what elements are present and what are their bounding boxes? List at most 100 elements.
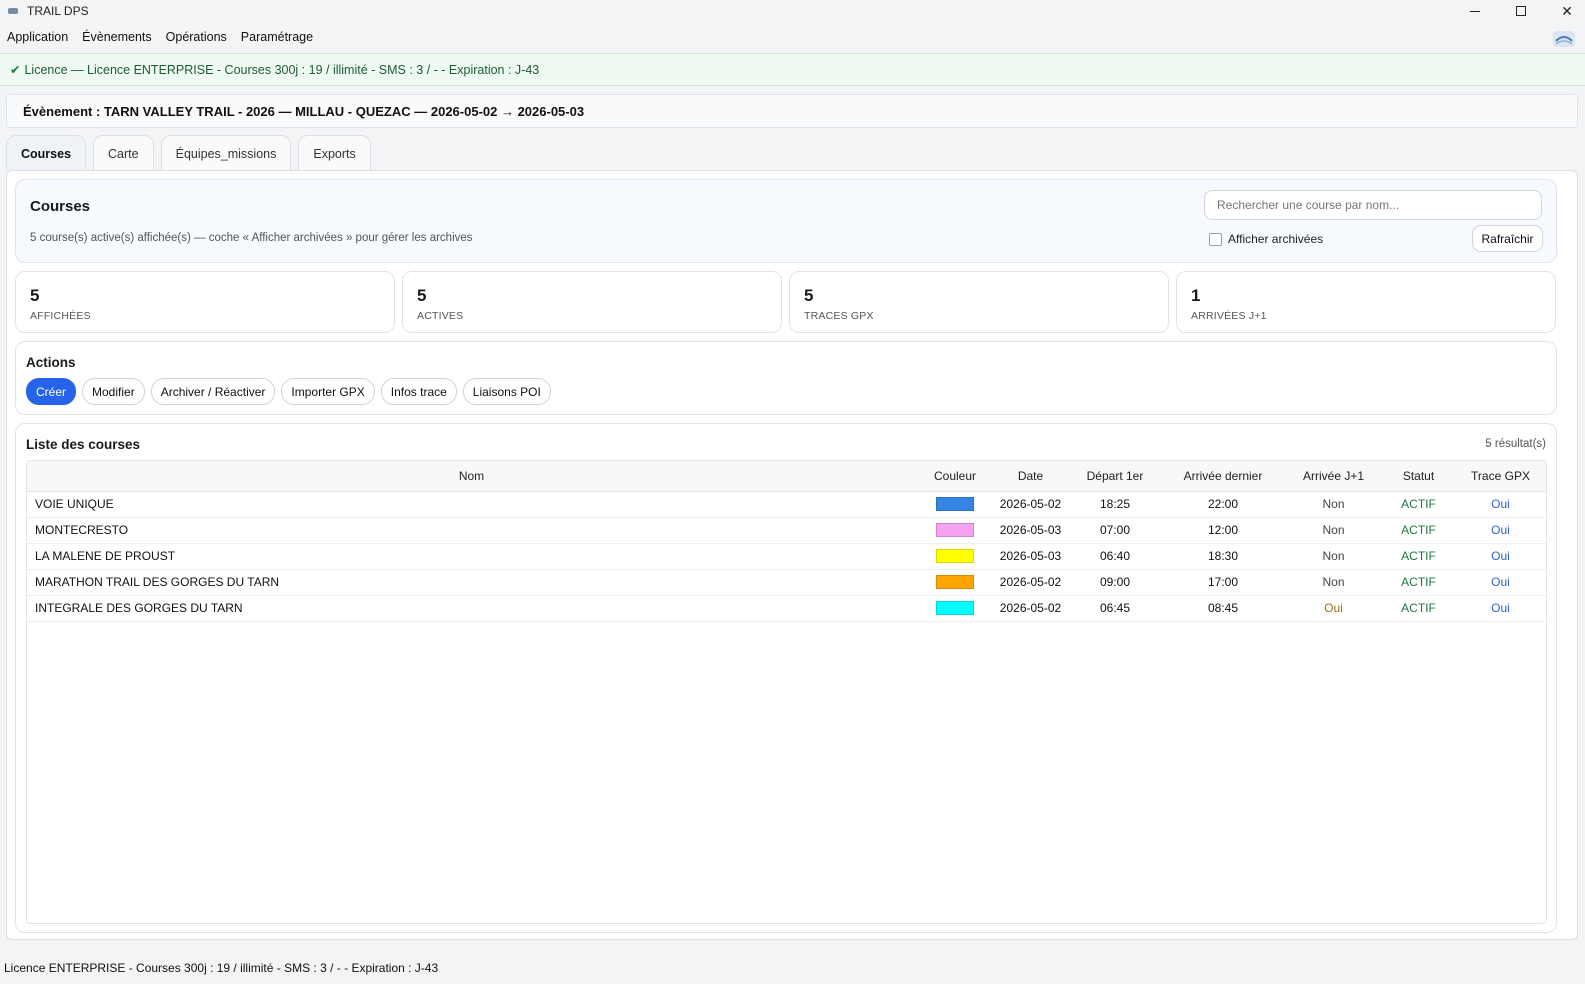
menu-bar: Application Évènements Opérations Paramé… <box>0 26 1585 48</box>
cell-date: 2026-05-02 <box>999 575 1062 589</box>
cell-trace-gpx: Oui <box>1491 523 1510 537</box>
status-bar: Licence ENTERPRISE - Courses 300j : 19 /… <box>4 961 439 975</box>
cell-couleur <box>916 517 994 543</box>
refresh-button[interactable]: Rafraîchir <box>1472 225 1543 252</box>
stat-label: ACTIVES <box>417 310 464 322</box>
tab-carte[interactable]: Carte <box>93 135 154 171</box>
cell-arrivee: 17:00 <box>1207 575 1239 589</box>
license-text: Licence — Licence ENTERPRISE - Courses 3… <box>24 62 540 77</box>
menu-operations[interactable]: Opérations <box>166 30 227 44</box>
menu-parametrage[interactable]: Paramétrage <box>241 30 313 44</box>
col-trace-gpx[interactable]: Trace GPX <box>1453 461 1546 492</box>
col-nom[interactable]: Nom <box>27 461 916 492</box>
col-arrivee-j1[interactable]: Arrivée J+1 <box>1283 461 1384 492</box>
cell-couleur <box>916 595 994 621</box>
actions-row: Créer Modifier Archiver / Réactiver Impo… <box>26 378 557 405</box>
cell-nom: VOIE UNIQUE <box>35 497 114 511</box>
cell-statut: ACTIF <box>1401 549 1436 563</box>
stat-label: TRACES GPX <box>804 310 874 322</box>
cell-trace-gpx: Oui <box>1491 575 1510 589</box>
cell-arrivee-j1: Oui <box>1324 601 1343 615</box>
stat-traces-gpx: 5 TRACES GPX <box>789 271 1169 333</box>
cell-date: 2026-05-02 <box>999 497 1062 511</box>
stat-affichees: 5 AFFICHÉES <box>15 271 395 333</box>
color-swatch <box>936 549 974 564</box>
color-swatch <box>936 601 974 616</box>
search-input[interactable] <box>1204 190 1542 220</box>
cell-nom: LA MALENE DE PROUST <box>35 549 176 563</box>
cell-couleur <box>916 569 994 595</box>
cell-arrivee: 12:00 <box>1207 523 1239 537</box>
col-arrivee[interactable]: Arrivée dernier <box>1163 461 1283 492</box>
cell-date: 2026-05-02 <box>999 601 1062 615</box>
courses-panel: Courses 5 course(s) active(s) affichée(s… <box>6 170 1578 940</box>
col-depart[interactable]: Départ 1er <box>1067 461 1163 492</box>
cell-depart: 06:40 <box>1099 549 1131 563</box>
minimize-button[interactable] <box>1452 0 1498 22</box>
create-button[interactable]: Créer <box>26 378 77 405</box>
cell-trace-gpx: Oui <box>1491 497 1510 511</box>
maximize-button[interactable] <box>1498 0 1544 22</box>
cell-depart: 18:25 <box>1099 497 1131 511</box>
stat-value: 5 <box>804 286 814 305</box>
cell-statut: ACTIF <box>1401 523 1436 537</box>
cell-statut: ACTIF <box>1401 575 1436 589</box>
cell-depart: 06:45 <box>1099 601 1131 615</box>
cell-date: 2026-05-03 <box>999 523 1062 537</box>
import-gpx-button[interactable]: Importer GPX <box>281 378 375 405</box>
window-title: TRAIL DPS <box>27 4 89 18</box>
cell-arrivee-j1: Non <box>1322 549 1345 563</box>
license-banner: ✔ Licence — Licence ENTERPRISE - Courses… <box>0 53 1585 86</box>
menu-evenements[interactable]: Évènements <box>82 30 151 44</box>
cell-nom: MONTECRESTO <box>35 523 129 537</box>
cell-arrivee-j1: Non <box>1322 575 1345 589</box>
cell-statut: ACTIF <box>1401 601 1436 615</box>
cell-nom: MARATHON TRAIL DES GORGES DU TARN <box>35 575 280 589</box>
menu-application[interactable]: Application <box>7 30 68 44</box>
close-button[interactable]: ✕ <box>1544 0 1585 22</box>
tab-courses[interactable]: Courses <box>6 135 87 171</box>
cell-nom: INTEGRALE DES GORGES DU TARN <box>35 601 243 615</box>
cell-trace-gpx: Oui <box>1491 601 1510 615</box>
col-statut[interactable]: Statut <box>1384 461 1453 492</box>
table-row[interactable]: INTEGRALE DES GORGES DU TARN 2026-05-02 … <box>27 595 1546 621</box>
cell-arrivee: 22:00 <box>1207 497 1239 511</box>
edit-button[interactable]: Modifier <box>82 378 145 405</box>
color-swatch <box>936 523 974 538</box>
archive-toggle-button[interactable]: Archiver / Réactiver <box>150 378 276 405</box>
trace-info-button[interactable]: Infos trace <box>380 378 457 405</box>
tab-equipes-missions[interactable]: Équipes_missions <box>160 135 292 171</box>
page-title: Courses <box>30 198 91 215</box>
table-row[interactable]: MONTECRESTO 2026-05-03 07:00 12:00 Non A… <box>27 517 1546 543</box>
col-couleur[interactable]: Couleur <box>916 461 994 492</box>
stat-value: 1 <box>1191 286 1201 305</box>
cell-statut: ACTIF <box>1401 497 1436 511</box>
title-bar: TRAIL DPS ✕ <box>0 0 1585 22</box>
table-row[interactable]: VOIE UNIQUE 2026-05-02 18:25 22:00 Non A… <box>27 491 1546 517</box>
cell-arrivee: 18:30 <box>1207 549 1239 563</box>
actions-card: Actions Créer Modifier Archiver / Réacti… <box>15 341 1557 415</box>
stat-arrivees-j1: 1 ARRIVÉES J+1 <box>1176 271 1556 333</box>
tab-exports[interactable]: Exports <box>298 135 371 171</box>
course-table: Nom Couleur Date Départ 1er Arrivée dern… <box>26 460 1547 924</box>
col-date[interactable]: Date <box>994 461 1067 492</box>
result-count: 5 résultat(s) <box>1485 438 1546 450</box>
stat-label: AFFICHÉES <box>30 310 91 322</box>
cell-couleur <box>916 543 994 569</box>
cell-depart: 07:00 <box>1099 523 1131 537</box>
poi-links-button[interactable]: Liaisons POI <box>462 378 551 405</box>
app-icon <box>7 5 21 17</box>
list-title: Liste des courses <box>26 437 141 452</box>
courses-header-card: Courses 5 course(s) active(s) affichée(s… <box>15 179 1557 263</box>
show-archived-label: Afficher archivées <box>1228 232 1324 246</box>
cell-arrivee: 08:45 <box>1207 601 1239 615</box>
color-swatch <box>936 575 974 590</box>
cell-arrivee-j1: Non <box>1322 523 1345 537</box>
stat-value: 5 <box>30 286 40 305</box>
stat-actives: 5 ACTIVES <box>402 271 782 333</box>
cell-depart: 09:00 <box>1099 575 1131 589</box>
show-archived-checkbox[interactable] <box>1209 233 1222 246</box>
check-icon: ✔ <box>10 63 21 77</box>
table-row[interactable]: LA MALENE DE PROUST 2026-05-03 06:40 18:… <box>27 543 1546 569</box>
table-row[interactable]: MARATHON TRAIL DES GORGES DU TARN 2026-0… <box>27 569 1546 595</box>
